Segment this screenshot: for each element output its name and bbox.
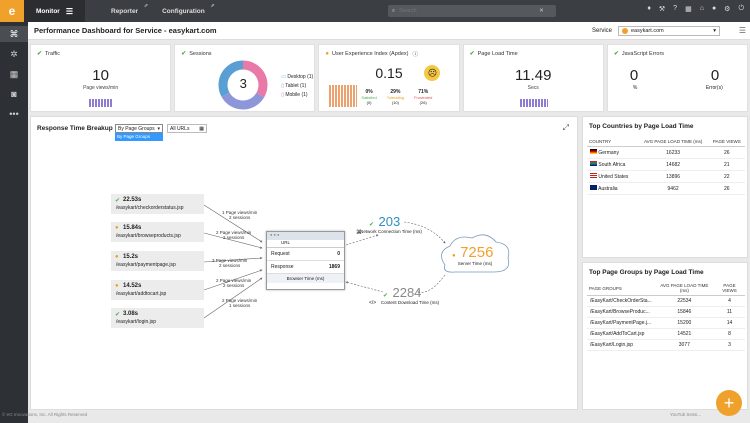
flow-label: 1 Page views/min 2 sessions: [222, 210, 258, 220]
warning-icon: ●: [115, 225, 119, 231]
request-row: Request 0: [267, 248, 344, 261]
plus-icon: +: [723, 392, 735, 413]
network-value: 203: [378, 214, 401, 229]
check-icon: ✔: [115, 198, 121, 204]
flag-icon: [590, 161, 597, 166]
footer-right-text: YouTub Sessi...: [670, 412, 702, 417]
flow-label: 3 Page views/min 2 sessions: [212, 258, 248, 268]
flag-icon: [590, 185, 597, 190]
table-row[interactable]: /EasyKart/Login.jsp 3077 3: [587, 339, 745, 351]
response-row: Response 1869: [267, 261, 344, 274]
footer-copyright: © eG Innovations, Inc. All Rights Reserv…: [2, 412, 88, 417]
warning-icon: ●: [452, 253, 456, 259]
warning-icon: ●: [115, 283, 119, 289]
browser-url-bar: URL: [267, 240, 344, 248]
page-box-addtocart[interactable]: ● 14.52s/easykart/addtocart.jsp: [111, 280, 204, 300]
browser-chrome: ● ● ●: [267, 232, 344, 240]
flag-icon: [590, 173, 597, 178]
table-row[interactable]: Germany 16233 26: [587, 146, 745, 159]
download-value: 2284: [392, 285, 422, 300]
flow-label: 2 Page views/min 1 sessions: [222, 298, 258, 308]
table-row[interactable]: United States 13896 22: [587, 170, 745, 183]
page-box-paymentpage[interactable]: ● 15.2s/easykart/paymentpage.jsp: [111, 251, 204, 271]
countries-table: COUNTRY AVG PAGE LOAD TIME (ms) PAGE VIEWS…: [587, 137, 745, 195]
page-box-browseproducts[interactable]: ● 15.84s/easykart/browseproducts.jsp: [111, 222, 204, 242]
flag-icon: [590, 149, 597, 154]
browser-box[interactable]: ● ● ● URL Request 0 Response 1869 Browser …: [266, 231, 345, 290]
table-row[interactable]: /EasyKart/PaymentPage.j... 15200 14: [587, 317, 745, 329]
table-row[interactable]: Australia 9462 26: [587, 182, 745, 195]
check-icon: ✔: [115, 312, 121, 318]
panel-title: Top Countries by Page Load Time: [589, 123, 694, 130]
panel-title: Top Page Groups by Page Load Time: [589, 269, 704, 276]
flow-label: 2 Page views/min 2 sessions: [216, 230, 252, 240]
flow-label: 2 Page views/min 2 sessions: [216, 278, 252, 288]
table-row[interactable]: /EasyKart/BrowseProduc... 15846 11: [587, 306, 745, 318]
network-icon: ⌘: [356, 230, 362, 236]
download-label: Content Download Time (ms): [380, 300, 440, 305]
page-groups-panel: Top Page Groups by Page Load Time PAGE G…: [582, 262, 748, 410]
table-row[interactable]: South Africa 14682 21: [587, 158, 745, 171]
table-row[interactable]: /EasyKart/AddToCart.jsp 14521 8: [587, 328, 745, 340]
page-box-login[interactable]: ✔ 3.08s/easykart/login.jsp: [111, 308, 204, 328]
warning-icon: ●: [115, 254, 119, 260]
check-icon: ✔: [369, 222, 375, 228]
page-groups-table: PAGE GROUPS AVG PAGE LOAD TIME (ms) PAGE V…: [587, 281, 745, 351]
countries-panel: Top Countries by Page Load Time COUNTRY A…: [582, 116, 748, 258]
table-row[interactable]: /EasyKart/CheckOrderSta... 22534 4: [587, 295, 745, 307]
server-metric[interactable]: ● 7256: [452, 244, 493, 262]
server-label: Server Time (ms): [457, 261, 493, 266]
network-label: Network Connection Time (ms): [360, 229, 422, 234]
check-icon: ✔: [383, 293, 389, 299]
browser-time-label: Browser Time (ms): [267, 274, 344, 283]
add-fab-button[interactable]: +: [716, 390, 742, 416]
code-icon: </>: [369, 300, 377, 306]
page-box-checkorder[interactable]: ✔ 22.53s/easykart/checkorderstatus.jsp: [111, 194, 204, 214]
server-value: 7256: [460, 244, 494, 261]
